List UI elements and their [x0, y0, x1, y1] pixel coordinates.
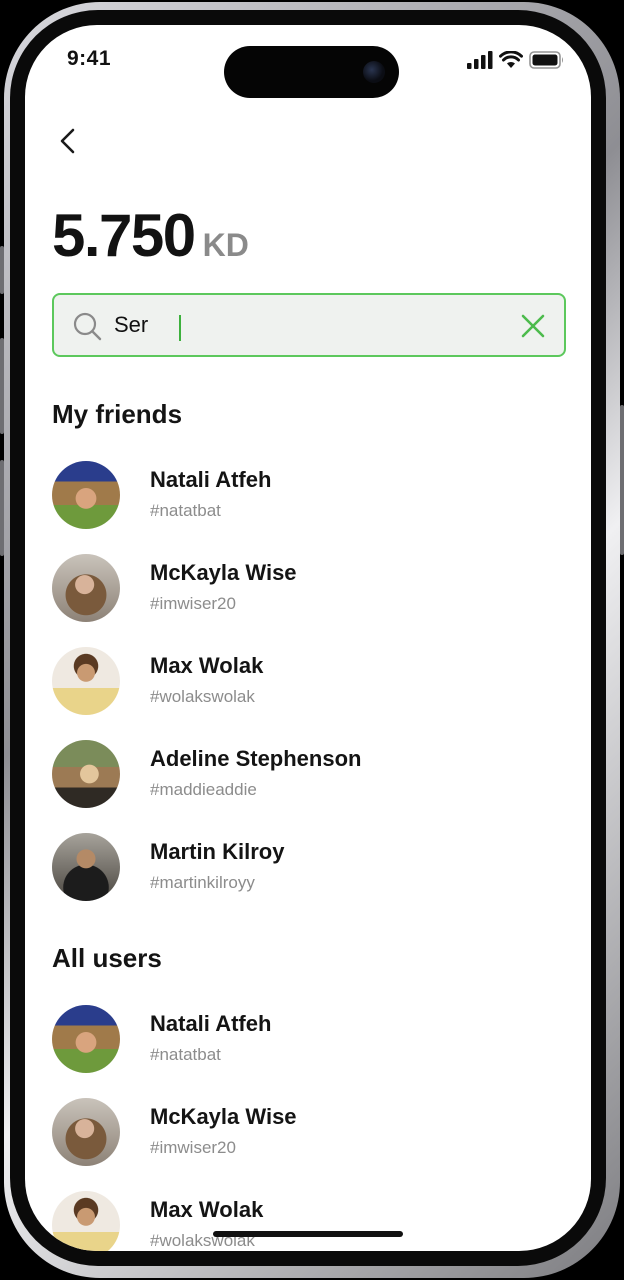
balance-display: 5.750 KD [52, 201, 249, 270]
home-indicator[interactable] [213, 1231, 403, 1237]
friend-list-item[interactable]: Adeline Stephenson #maddieaddie [52, 740, 572, 812]
balance-currency: KD [202, 227, 249, 263]
search-input[interactable] [114, 307, 494, 343]
close-icon[interactable] [520, 313, 546, 339]
camera-icon [363, 61, 385, 83]
avatar [52, 1098, 120, 1166]
user-handle: #natatbat [150, 1045, 221, 1064]
status-time: 9:41 [67, 47, 112, 70]
user-list-item[interactable]: McKayla Wise #imwiser20 [52, 1098, 572, 1170]
user-name: Adeline Stephenson [150, 746, 362, 771]
volume-up-button [0, 338, 4, 434]
friend-list-item[interactable]: McKayla Wise #imwiser20 [52, 554, 572, 626]
section-title-all-users: All users [52, 943, 162, 973]
user-handle: #imwiser20 [150, 1138, 236, 1157]
avatar [52, 647, 120, 715]
power-button [620, 405, 624, 555]
volume-down-button [0, 460, 4, 556]
wifi-icon [499, 51, 523, 68]
avatar [52, 833, 120, 901]
text-cursor [179, 315, 181, 341]
user-list-item[interactable]: Natali Atfeh #natatbat [52, 1005, 572, 1077]
search-icon [73, 312, 102, 341]
balance-amount: 5.750 [52, 202, 196, 269]
avatar [52, 1191, 120, 1251]
user-name: Natali Atfeh [150, 467, 272, 492]
user-name: McKayla Wise [150, 560, 297, 585]
friend-list-item[interactable]: Natali Atfeh #natatbat [52, 461, 572, 533]
user-handle: #natatbat [150, 501, 221, 520]
avatar [52, 740, 120, 808]
dynamic-island [224, 46, 399, 98]
user-name: Max Wolak [150, 653, 264, 678]
battery-icon [529, 51, 563, 69]
avatar [52, 554, 120, 622]
section-title-friends: My friends [52, 399, 183, 429]
avatar [52, 1005, 120, 1073]
status-icons [467, 51, 565, 69]
user-handle: #maddieaddie [150, 780, 257, 799]
app-screen: 9:41 5.750 KD Ser My friends Natali Atfe… [25, 25, 591, 1251]
user-handle: #wolakswolak [150, 687, 255, 706]
user-name: Martin Kilroy [150, 839, 285, 864]
user-handle: #martinkilroyy [150, 873, 255, 892]
search-box[interactable] [52, 293, 566, 357]
friend-list-item[interactable]: Martin Kilroy #martinkilroyy [52, 833, 572, 905]
avatar [52, 461, 120, 529]
chevron-left-icon [60, 128, 75, 154]
back-button[interactable] [53, 125, 85, 157]
user-list-item[interactable]: Max Wolak #wolakswolak [52, 1191, 572, 1251]
user-handle: #imwiser20 [150, 594, 236, 613]
action-button [0, 246, 4, 294]
cellular-signal-icon [467, 51, 493, 69]
friend-list-item[interactable]: Max Wolak #wolakswolak [52, 647, 572, 719]
user-name: McKayla Wise [150, 1104, 297, 1129]
user-name: Max Wolak [150, 1197, 264, 1222]
user-name: Natali Atfeh [150, 1011, 272, 1036]
